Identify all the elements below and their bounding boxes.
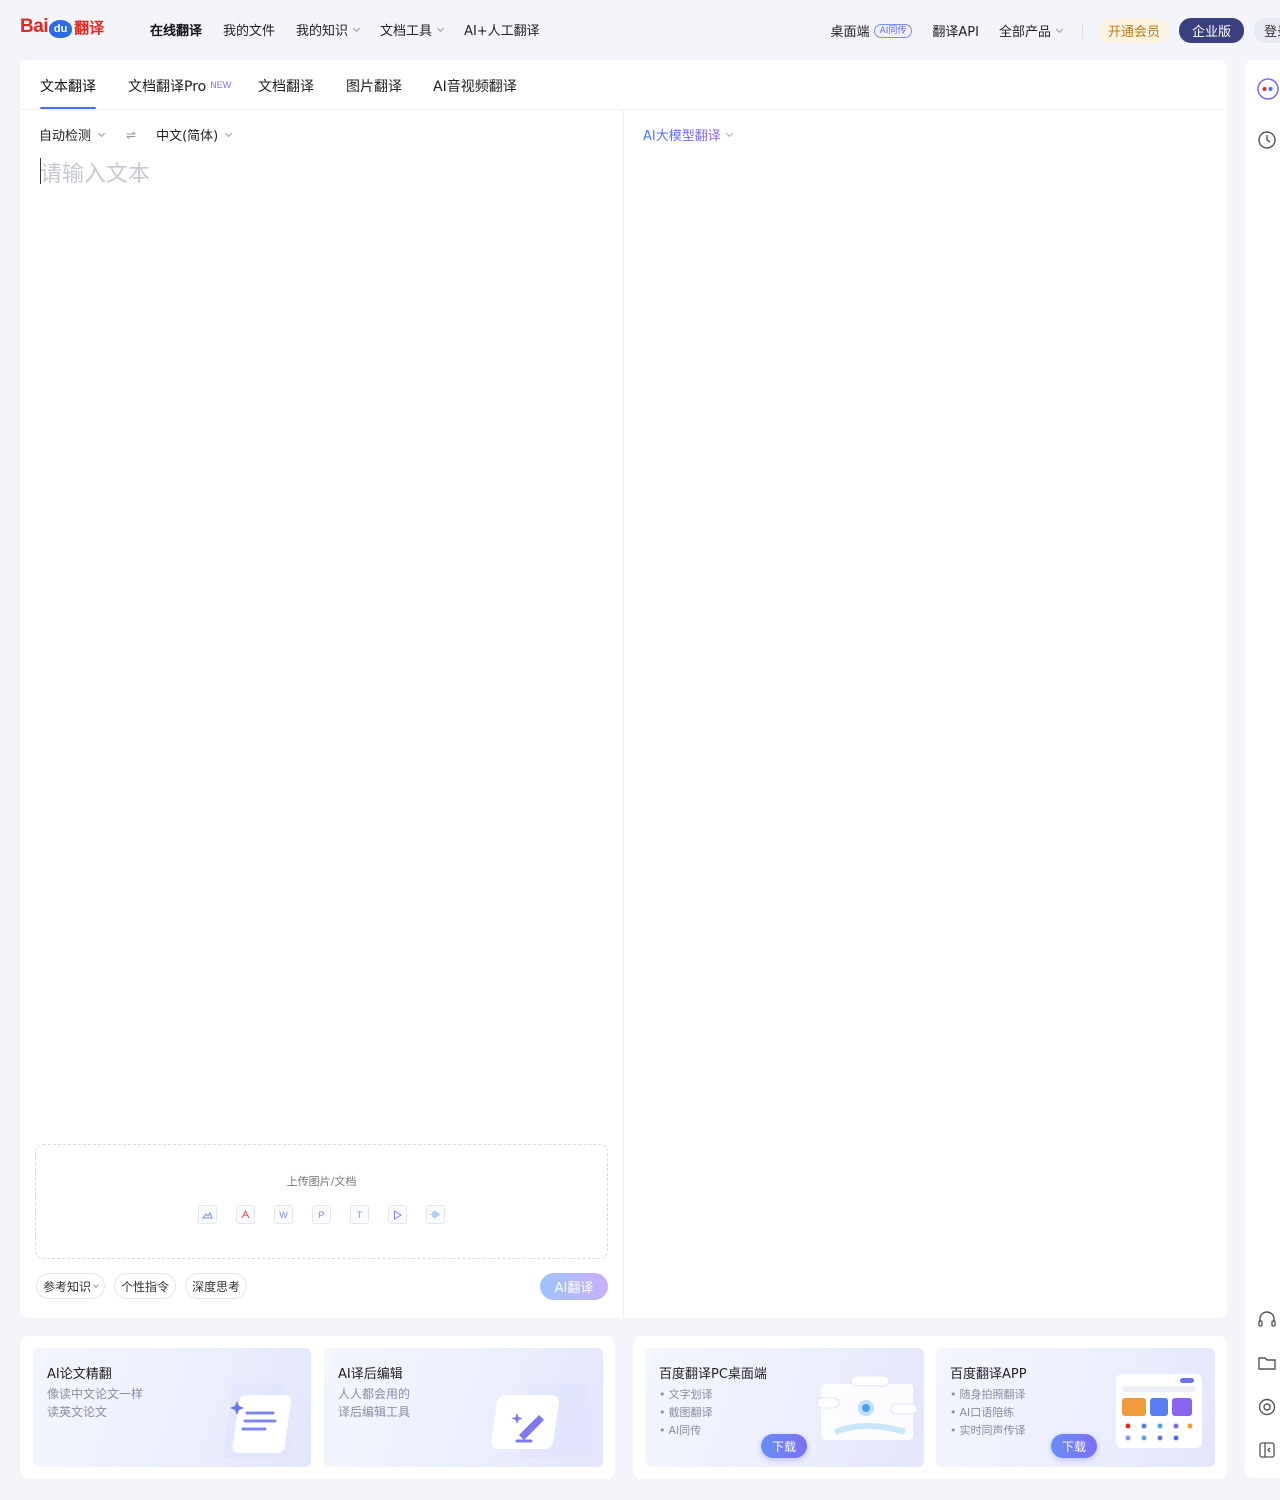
logo-text-bai: Bai [20,16,49,37]
logo-text-fanyi: 翻译 [74,18,105,37]
deep-think-button[interactable]: 深度思考 [185,1273,248,1299]
header-right: 桌面端 AI同传 翻译API 全部产品 开通会员 企业版 登录 [831,18,1280,43]
chevron-down-icon [225,129,233,137]
chevron-down-icon [353,24,361,32]
ai-translate-button[interactable]: AI翻译 [540,1273,608,1300]
nav-online-translate[interactable]: 在线翻译 [150,20,202,39]
desktop-app-illustration-icon [816,1375,918,1440]
all-products-menu[interactable]: 全部产品 [999,21,1064,40]
promo-title: AI论文精翻 [47,1367,112,1382]
main-nav: 在线翻译 我的文件 我的知识 文档工具 AI+人工翻译 [150,20,561,39]
collapse-panel-icon[interactable] [1257,1440,1277,1460]
vip-button[interactable]: 开通会员 [1098,18,1169,43]
history-icon[interactable] [1257,130,1277,150]
header-divider [1081,22,1083,39]
active-tab-indicator [40,107,96,109]
input-tools: 参考知识 个性指令 深度思考 [36,1273,248,1299]
tab-image-translate[interactable]: 图片翻译 [346,76,402,96]
reference-knowledge-button[interactable]: 参考知识 [36,1273,106,1299]
swap-languages-icon[interactable]: ⇌ [126,128,136,142]
right-rail [1245,60,1280,1478]
txt-icon[interactable]: T [350,1205,369,1224]
chevron-down-icon [1055,25,1064,33]
promo-post-edit[interactable]: AI译后编辑 人人都会用的 译后编辑工具 [324,1348,603,1467]
promo-bullets: 文字划译截图翻译AI同传 [659,1386,713,1440]
assistant-icon[interactable] [1257,78,1279,100]
tab-doc-translate[interactable]: 文档翻译 [258,76,314,96]
image-icon[interactable] [198,1205,217,1224]
tab-text-translate[interactable]: 文本翻译 [40,76,96,96]
promo-desc: 人人都会用的 译后编辑工具 [338,1387,411,1419]
document-illustration-icon [223,1383,293,1458]
ai-model-select[interactable]: AI大模型翻译 [643,125,733,144]
promo-bullets: 随身拍照翻译AI口语陪练实时同声传译 [950,1386,1026,1440]
nav-doc-tools[interactable]: 文档工具 [380,20,445,39]
chevron-down-icon [725,129,733,137]
word-icon[interactable]: W [274,1205,293,1224]
nav-my-files[interactable]: 我的文件 [223,20,275,39]
pdf-icon[interactable] [236,1205,255,1224]
upload-label: 上传图片/文档 [286,1175,357,1188]
ppt-icon[interactable]: P [312,1205,331,1224]
settings-icon[interactable] [1257,1397,1277,1417]
promo-title: 百度翻译PC桌面端 [659,1367,767,1382]
language-selector-bar: 自动检测 ⇌ 中文(简体) [39,125,233,144]
edit-illustration-icon [491,1383,594,1458]
upload-type-icons: W P T [198,1205,445,1224]
promo-desc: 像读中文论文一样 读英文论文 [47,1387,144,1419]
ai-simul-badge: AI同传 [873,23,913,38]
custom-instructions-button[interactable]: 个性指令 [114,1273,177,1299]
download-promo: 百度翻译PC桌面端 文字划译截图翻译AI同传 下载 百度翻译APP 随身拍照翻译… [633,1336,1227,1479]
app-download-button[interactable]: 下载 [1051,1434,1097,1458]
new-badge: NEW [210,80,232,90]
paw-icon: du [49,20,73,38]
target-language-select[interactable]: 中文(简体) [156,125,233,144]
audio-icon[interactable] [426,1205,445,1224]
pane-divider [623,110,624,1318]
folder-icon[interactable] [1257,1353,1277,1373]
ai-tools-promo: AI论文精翻 像读中文论文一样 读英文论文 AI译后编辑 人人都会用的 译后编辑工具 [20,1336,615,1479]
promo-title: AI译后编辑 [338,1367,403,1382]
promo-mobile-app[interactable]: 百度翻译APP 随身拍照翻译AI口语陪练实时同声传译 下载 [936,1348,1215,1467]
login-button[interactable]: 登录 [1254,18,1280,43]
source-language-select[interactable]: 自动检测 [39,125,106,144]
top-header: Bai du 翻译 在线翻译 我的文件 我的知识 文档工具 AI+人工翻译 桌面… [0,0,1280,60]
chevron-down-icon [93,1281,99,1288]
headset-icon[interactable] [1257,1310,1277,1330]
api-link[interactable]: 翻译API [932,21,979,40]
source-text-input[interactable] [40,156,600,1136]
video-icon[interactable] [388,1205,407,1224]
nav-ai-human-translate[interactable]: AI+人工翻译 [464,20,540,39]
chevron-down-icon [437,24,445,32]
promo-pc-desktop[interactable]: 百度翻译PC桌面端 文字划译截图翻译AI同传 下载 [645,1348,924,1467]
mode-tabs: 文本翻译 文档翻译Pro NEW 文档翻译 图片翻译 AI音视频翻译 [20,60,1227,110]
promo-title: 百度翻译APP [950,1367,1027,1382]
promo-ai-paper[interactable]: AI论文精翻 像读中文论文一样 读英文论文 [33,1348,311,1467]
enterprise-button[interactable]: 企业版 [1178,18,1244,43]
baidu-fanyi-logo[interactable]: Bai du 翻译 [20,12,104,42]
chevron-down-icon [97,129,106,137]
nav-my-knowledge[interactable]: 我的知识 [296,20,361,39]
desktop-link[interactable]: 桌面端 AI同传 [831,21,913,40]
text-cursor [40,158,41,184]
translate-panel: 文本翻译 文档翻译Pro NEW 文档翻译 图片翻译 AI音视频翻译 自动检测 ⇌… [20,60,1227,1318]
mobile-app-illustration-icon [1116,1374,1202,1448]
tab-av-translate[interactable]: AI音视频翻译 [433,76,517,96]
upload-dropzone[interactable]: 上传图片/文档 W P T [35,1144,608,1259]
tab-doc-translate-pro[interactable]: 文档翻译Pro NEW [128,76,231,96]
pc-download-button[interactable]: 下载 [761,1434,807,1458]
